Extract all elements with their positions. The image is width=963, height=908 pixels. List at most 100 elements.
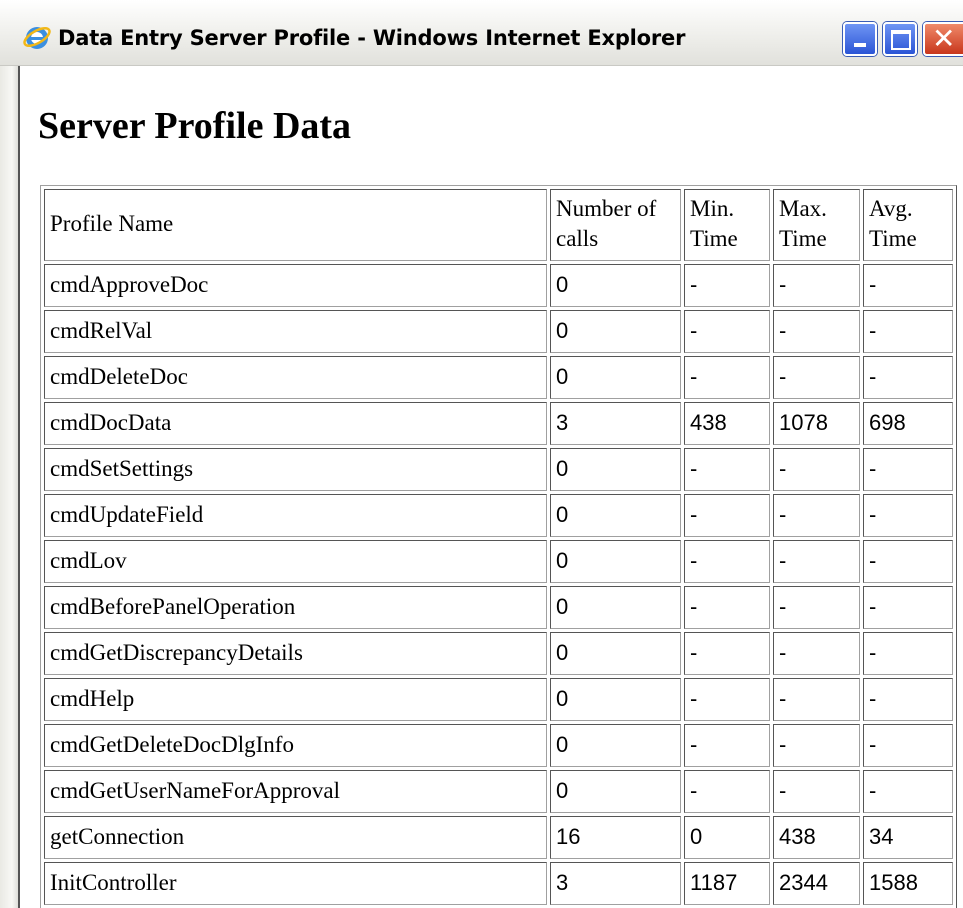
calls-cell: 0 [550, 632, 681, 675]
profile-name-cell: cmdGetDeleteDocDlgInfo [44, 724, 547, 767]
maximize-button[interactable] [883, 22, 917, 56]
table-row: cmdDocData 3 438 1078 698 [44, 402, 953, 445]
calls-cell: 0 [550, 448, 681, 491]
profile-name-cell: cmdBeforePanelOperation [44, 586, 547, 629]
table-row: cmdBeforePanelOperation 0- - - [44, 586, 953, 629]
table-header-row: Profile Name Number of calls Min. Time M… [44, 189, 953, 261]
table-row: cmdLov 0- - - [44, 540, 953, 583]
table-row: cmdUpdateField 0- - - [44, 494, 953, 537]
profile-name-cell: getConnection [44, 816, 547, 859]
min-time-cell: - [684, 632, 770, 675]
min-time-cell: - [684, 448, 770, 491]
calls-cell: 0 [550, 586, 681, 629]
calls-cell: 3 [550, 402, 681, 445]
avg-time-cell: - [863, 678, 953, 721]
close-icon: ✕ [932, 22, 956, 55]
browser-window: Data Entry Server Profile - Windows Inte… [0, 0, 963, 908]
min-time-cell: - [684, 586, 770, 629]
table-row: cmdApproveDoc 0- - - [44, 264, 953, 307]
max-time-cell: - [773, 586, 860, 629]
header-max-time: Max. Time [773, 189, 860, 261]
min-time-cell: - [684, 540, 770, 583]
page-content: Server Profile Data Profile Name Number … [20, 66, 963, 908]
table-row: cmdGetUserNameForApproval 0- - - [44, 770, 953, 813]
page-title: Server Profile Data [38, 105, 352, 147]
calls-cell: 0 [550, 724, 681, 767]
table-row: cmdGetDeleteDocDlgInfo 0- - - [44, 724, 953, 767]
profile-name-cell: cmdGetUserNameForApproval [44, 770, 547, 813]
table-row: cmdRelVal 0- - - [44, 310, 953, 353]
table-row: getConnection 16 0 438 34 [44, 816, 953, 859]
table-row: cmdGetDiscrepancyDetails 0- - - [44, 632, 953, 675]
calls-cell: 3 [550, 862, 681, 905]
profile-name-cell: cmdUpdateField [44, 494, 547, 537]
max-time-cell: - [773, 770, 860, 813]
avg-time-cell: - [863, 310, 953, 353]
max-time-cell: - [773, 264, 860, 307]
max-time-cell: - [773, 494, 860, 537]
calls-cell: 0 [550, 770, 681, 813]
avg-time-cell: 1588 [863, 862, 953, 905]
min-time-cell: 1187 [684, 862, 770, 905]
min-time-cell: - [684, 770, 770, 813]
ie-icon [23, 27, 51, 49]
min-time-cell: - [684, 356, 770, 399]
min-time-cell: - [684, 264, 770, 307]
avg-time-cell: - [863, 448, 953, 491]
max-time-cell: 2344 [773, 862, 860, 905]
minimize-button[interactable] [843, 22, 877, 56]
max-time-cell: - [773, 356, 860, 399]
min-time-cell: 438 [684, 402, 770, 445]
calls-cell: 0 [550, 678, 681, 721]
min-time-cell: - [684, 310, 770, 353]
table-row: cmdHelp 0- - - [44, 678, 953, 721]
avg-time-cell: - [863, 632, 953, 675]
profile-name-cell: cmdRelVal [44, 310, 547, 353]
max-time-cell: - [773, 678, 860, 721]
table-row: cmdDeleteDoc 0- - - [44, 356, 953, 399]
calls-cell: 16 [550, 816, 681, 859]
avg-time-cell: - [863, 770, 953, 813]
calls-cell: 0 [550, 356, 681, 399]
max-time-cell: - [773, 448, 860, 491]
header-profile-name: Profile Name [44, 189, 547, 261]
calls-cell: 0 [550, 540, 681, 583]
avg-time-cell: - [863, 356, 953, 399]
profile-name-cell: cmdHelp [44, 678, 547, 721]
avg-time-cell: - [863, 540, 953, 583]
header-min-time: Min. Time [684, 189, 770, 261]
avg-time-cell: - [863, 264, 953, 307]
header-number-of-calls: Number of calls [550, 189, 681, 261]
min-time-cell: - [684, 494, 770, 537]
profile-name-cell: cmdDeleteDoc [44, 356, 547, 399]
calls-cell: 0 [550, 494, 681, 537]
profile-name-cell: cmdGetDiscrepancyDetails [44, 632, 547, 675]
table-row: InitController 3 1187 2344 1588 [44, 862, 953, 905]
max-time-cell: - [773, 632, 860, 675]
profile-name-cell: cmdApproveDoc [44, 264, 547, 307]
min-time-cell: - [684, 724, 770, 767]
profile-name-cell: cmdSetSettings [44, 448, 547, 491]
title-bar[interactable]: Data Entry Server Profile - Windows Inte… [0, 0, 963, 66]
max-time-cell: 1078 [773, 402, 860, 445]
avg-time-cell: 34 [863, 816, 953, 859]
avg-time-cell: - [863, 724, 953, 767]
avg-time-cell: - [863, 494, 953, 537]
close-button[interactable]: ✕ [923, 22, 963, 56]
window-frame [0, 66, 20, 908]
profile-name-cell: InitController [44, 862, 547, 905]
header-avg-time: Avg. Time [863, 189, 953, 261]
window-title: Data Entry Server Profile - Windows Inte… [58, 26, 686, 50]
min-time-cell: - [684, 678, 770, 721]
avg-time-cell: - [863, 586, 953, 629]
min-time-cell: 0 [684, 816, 770, 859]
max-time-cell: 438 [773, 816, 860, 859]
max-time-cell: - [773, 540, 860, 583]
profile-table: Profile Name Number of calls Min. Time M… [40, 185, 957, 908]
calls-cell: 0 [550, 310, 681, 353]
table-row: cmdSetSettings 0- - - [44, 448, 953, 491]
calls-cell: 0 [550, 264, 681, 307]
max-time-cell: - [773, 310, 860, 353]
profile-name-cell: cmdDocData [44, 402, 547, 445]
avg-time-cell: 698 [863, 402, 953, 445]
